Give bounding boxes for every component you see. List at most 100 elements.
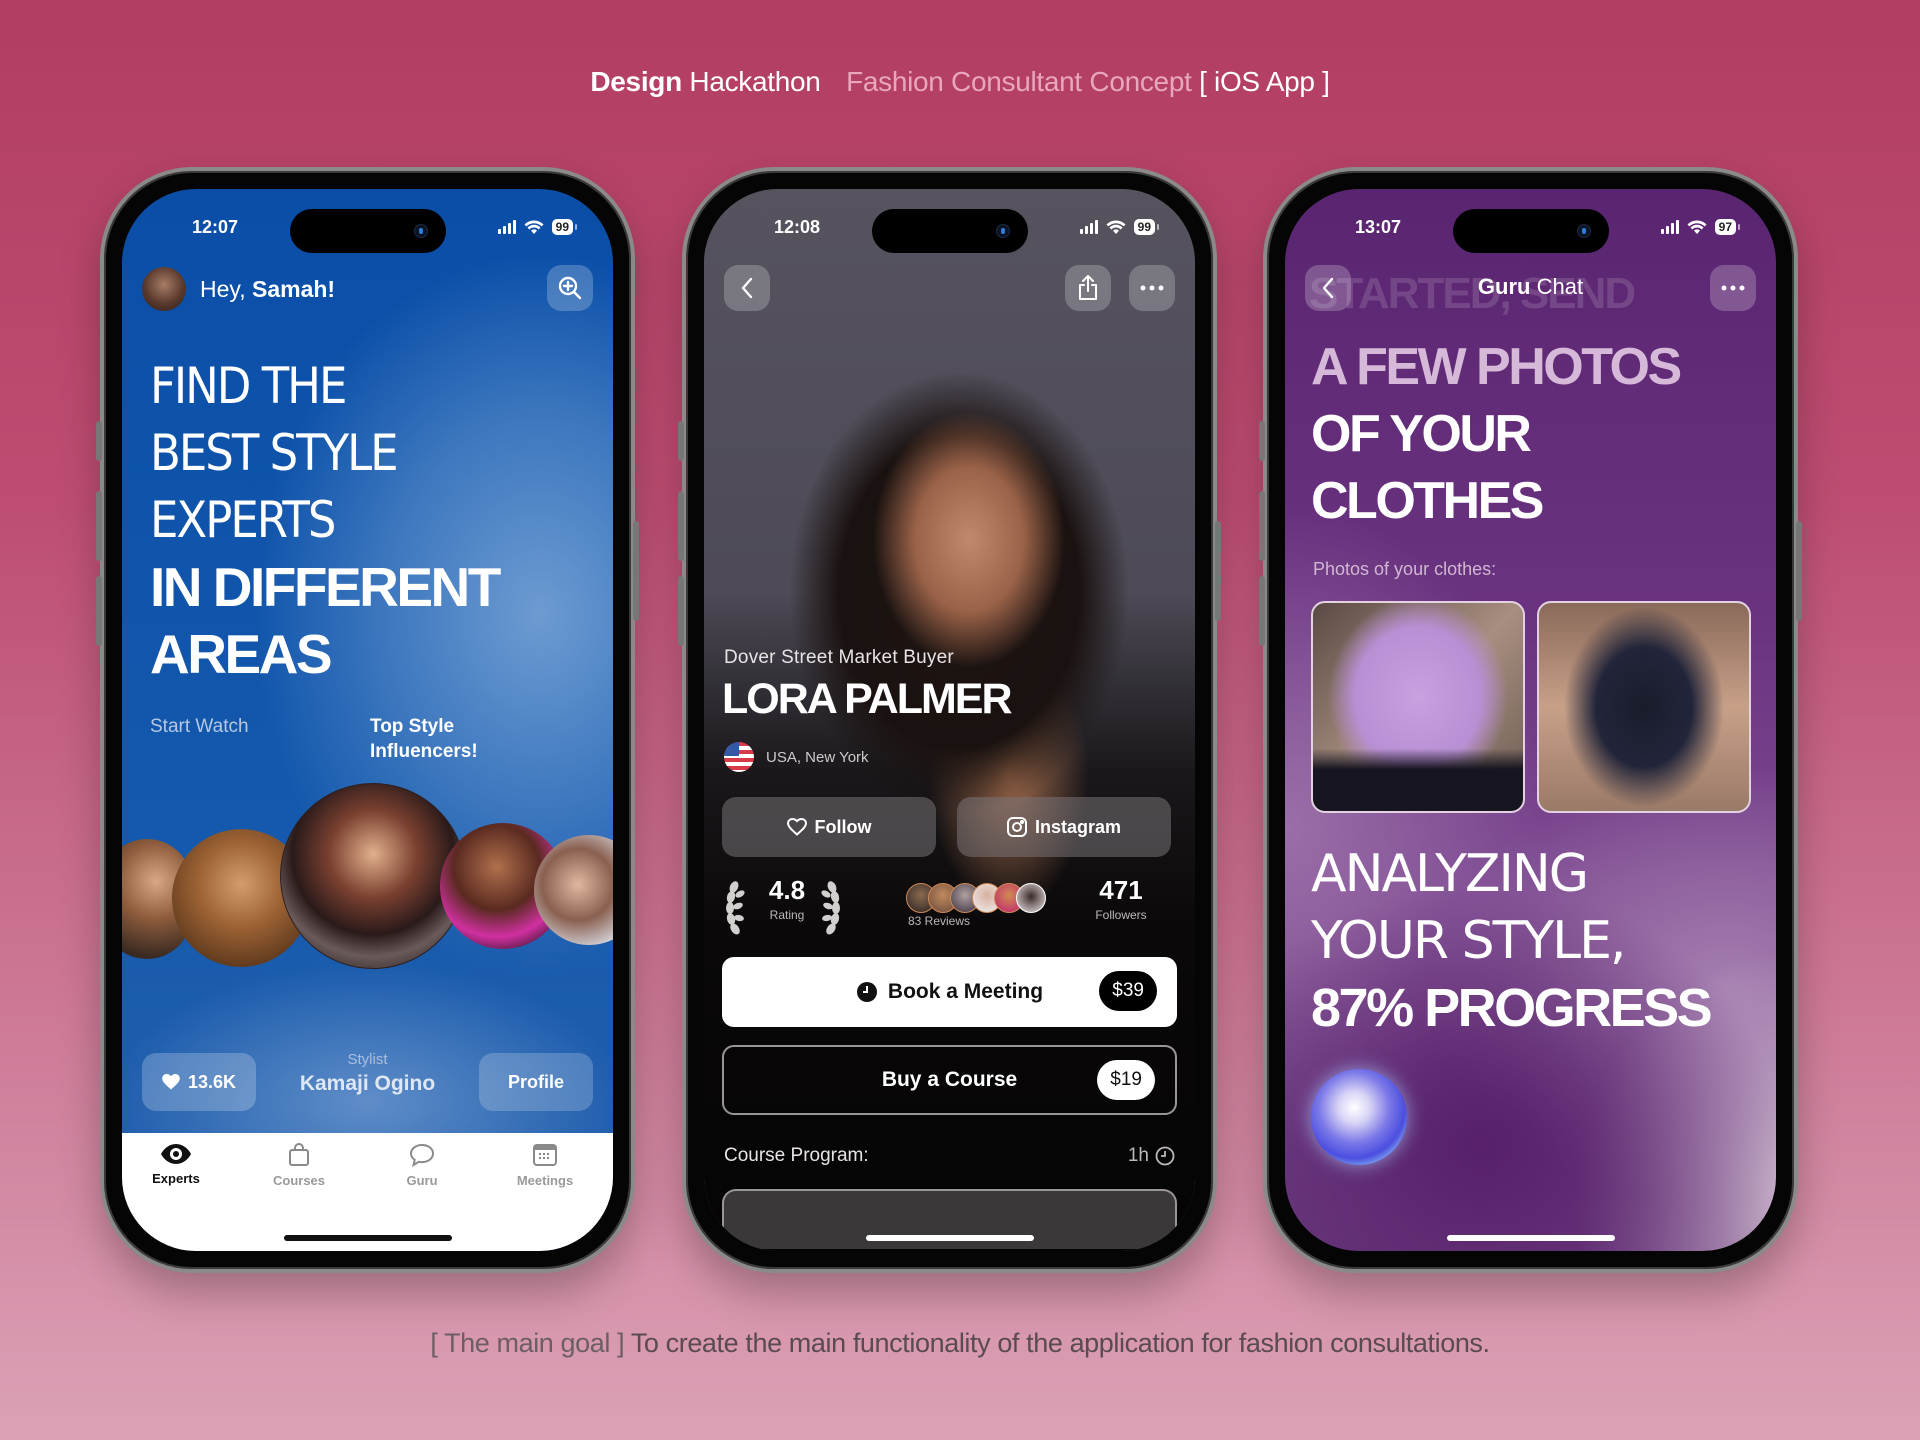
greeting-name: Samah! [251,275,336,302]
buy-course-button[interactable]: Buy a Course $19 [722,1045,1177,1115]
search-button[interactable] [547,265,593,311]
signal-icon [1660,220,1679,234]
expert-location: USA, New York [724,742,869,772]
volume-up-button [96,491,102,561]
volume-up-button [1259,491,1265,561]
profile-button[interactable]: Profile [479,1053,593,1111]
home-indicator[interactable] [1446,1235,1615,1241]
tab-courses[interactable]: Courses [249,1143,349,1188]
follow-label: Follow [814,816,872,837]
more-button[interactable] [1129,265,1175,311]
bag-icon [289,1143,309,1166]
expert-title: Dover Street Market Buyer [724,647,954,668]
instagram-label: Instagram [1034,816,1122,837]
chat-title-bold: Guru [1477,274,1531,299]
laurel-right-icon [818,881,842,947]
followers-stat: 471 Followers [1076,875,1166,922]
analysis-progress: 87% PROGRESS [1311,978,1713,1038]
course-program-label: Course Program: [724,1145,869,1166]
reviews-stat[interactable]: 83 Reviews [864,901,1014,928]
brand-bold: Design [590,66,682,97]
share-icon [1079,275,1097,300]
tab-experts[interactable]: Experts [126,1143,226,1186]
ai-orb-icon[interactable] [1311,1069,1407,1165]
photos-label: Photos of your clothes: [1313,559,1497,579]
volume-down-button [1259,576,1265,646]
laurel-left-icon [724,881,748,947]
wifi-icon [524,219,544,234]
phone-profile: 12:08 99 Dover Street Market Buyer LORA … [678,167,1221,1273]
hero-line: EXPERTS [150,491,336,549]
footer-text: To create the main functionality of the … [630,1328,1490,1358]
chat-message-heading: A FEW PHOTOS OF YOUR CLOTHES [1311,334,1682,535]
share-button[interactable] [1065,265,1111,311]
followers-value: 471 [1099,875,1143,905]
phone-guru: 13:07 97 STARTED, SEND Guru Chat A FEW P… [1259,167,1802,1273]
clock-outline-icon [1155,1146,1175,1166]
experts-screen: 12:07 99 Hey, Samah! FIND THE BEST STYLE… [122,189,613,1251]
brand-light: Hackathon [689,66,821,97]
influencer-carousel[interactable] [122,783,613,1029]
book-meeting-label: Book a Meeting [887,980,1044,1003]
more-button[interactable] [1710,265,1756,311]
tab-label: Meetings [516,1173,574,1188]
hero-line: FIND THE [150,357,347,415]
reviews-label: 83 Reviews [907,914,971,928]
back-button[interactable] [724,265,770,311]
signal-icon [1079,220,1098,234]
buy-course-label: Buy a Course [881,1068,1018,1091]
usa-flag-icon [724,742,754,772]
phone-experts: 12:07 99 Hey, Samah! FIND THE BEST STYLE… [96,167,639,1273]
tab-guru[interactable]: Guru [372,1143,472,1188]
analysis-status: ANALYZING YOUR STYLE, 87% PROGRESS [1311,841,1713,1042]
tab-label: Experts [152,1171,200,1186]
tab-bar: Experts Courses Guru Meetings [122,1133,613,1251]
footer-prefix: [ The main goal ] [430,1328,625,1358]
volume-up-button [678,491,684,561]
battery-icon: 97 [1714,219,1741,235]
side-button [1259,421,1265,461]
power-button [1215,521,1221,621]
tab-label: Guru [406,1173,438,1188]
chat-title-light: Chat [1536,274,1584,299]
greeting-hey: Hey, [200,275,246,302]
side-button [96,421,102,461]
battery-icon: 99 [551,219,578,235]
hero-line-bold: AREAS [150,623,333,685]
instagram-icon [1006,817,1027,837]
page-footer: [ The main goal ] To create the main fun… [0,1328,1920,1359]
tab-meetings[interactable]: Meetings [495,1143,595,1188]
guru-chat-screen: 13:07 97 STARTED, SEND Guru Chat A FEW P… [1285,189,1776,1251]
status-time: 13:07 [1355,217,1402,237]
home-indicator[interactable] [283,1235,452,1241]
followers-label: Followers [1095,908,1147,922]
influencer-avatar-featured[interactable] [280,783,466,969]
course-price: $19 [1097,1060,1155,1100]
book-meeting-button[interactable]: Book a Meeting $39 [722,957,1177,1027]
hero-heading: FIND THE BEST STYLE EXPERTS IN DIFFERENT… [150,353,501,688]
home-indicator[interactable] [865,1235,1034,1241]
clothing-photo[interactable] [1311,601,1525,813]
wifi-icon [1687,219,1707,234]
top-style-influencers: Top Style Influencers! [370,716,478,762]
more-icon [1721,285,1745,291]
clothing-photo[interactable] [1537,601,1751,813]
rating-stat: 4.8 Rating [752,875,822,922]
course-duration: 1h [1127,1145,1149,1166]
page-header: Design Hackathon Fashion Consultant Conc… [0,66,1920,98]
project-name: Fashion Consultant Concept [846,66,1192,97]
instagram-button[interactable]: Instagram [957,797,1171,857]
start-watch-link[interactable]: Start Watch [150,716,249,738]
reviewer-avatar [1016,883,1046,913]
analysis-line: YOUR STYLE, [1311,911,1626,971]
chevron-left-icon [741,277,753,299]
chat-title: Guru Chat [1285,274,1776,300]
signal-icon [497,220,516,234]
calendar-icon [533,1144,557,1166]
volume-down-button [678,576,684,646]
heading-line: CLOTHES [1311,472,1544,530]
heading-line: OF YOUR [1311,405,1532,463]
user-avatar[interactable] [142,267,186,311]
follow-button[interactable]: Follow [722,797,936,857]
course-program: Course Program: 1h [724,1145,1175,1167]
